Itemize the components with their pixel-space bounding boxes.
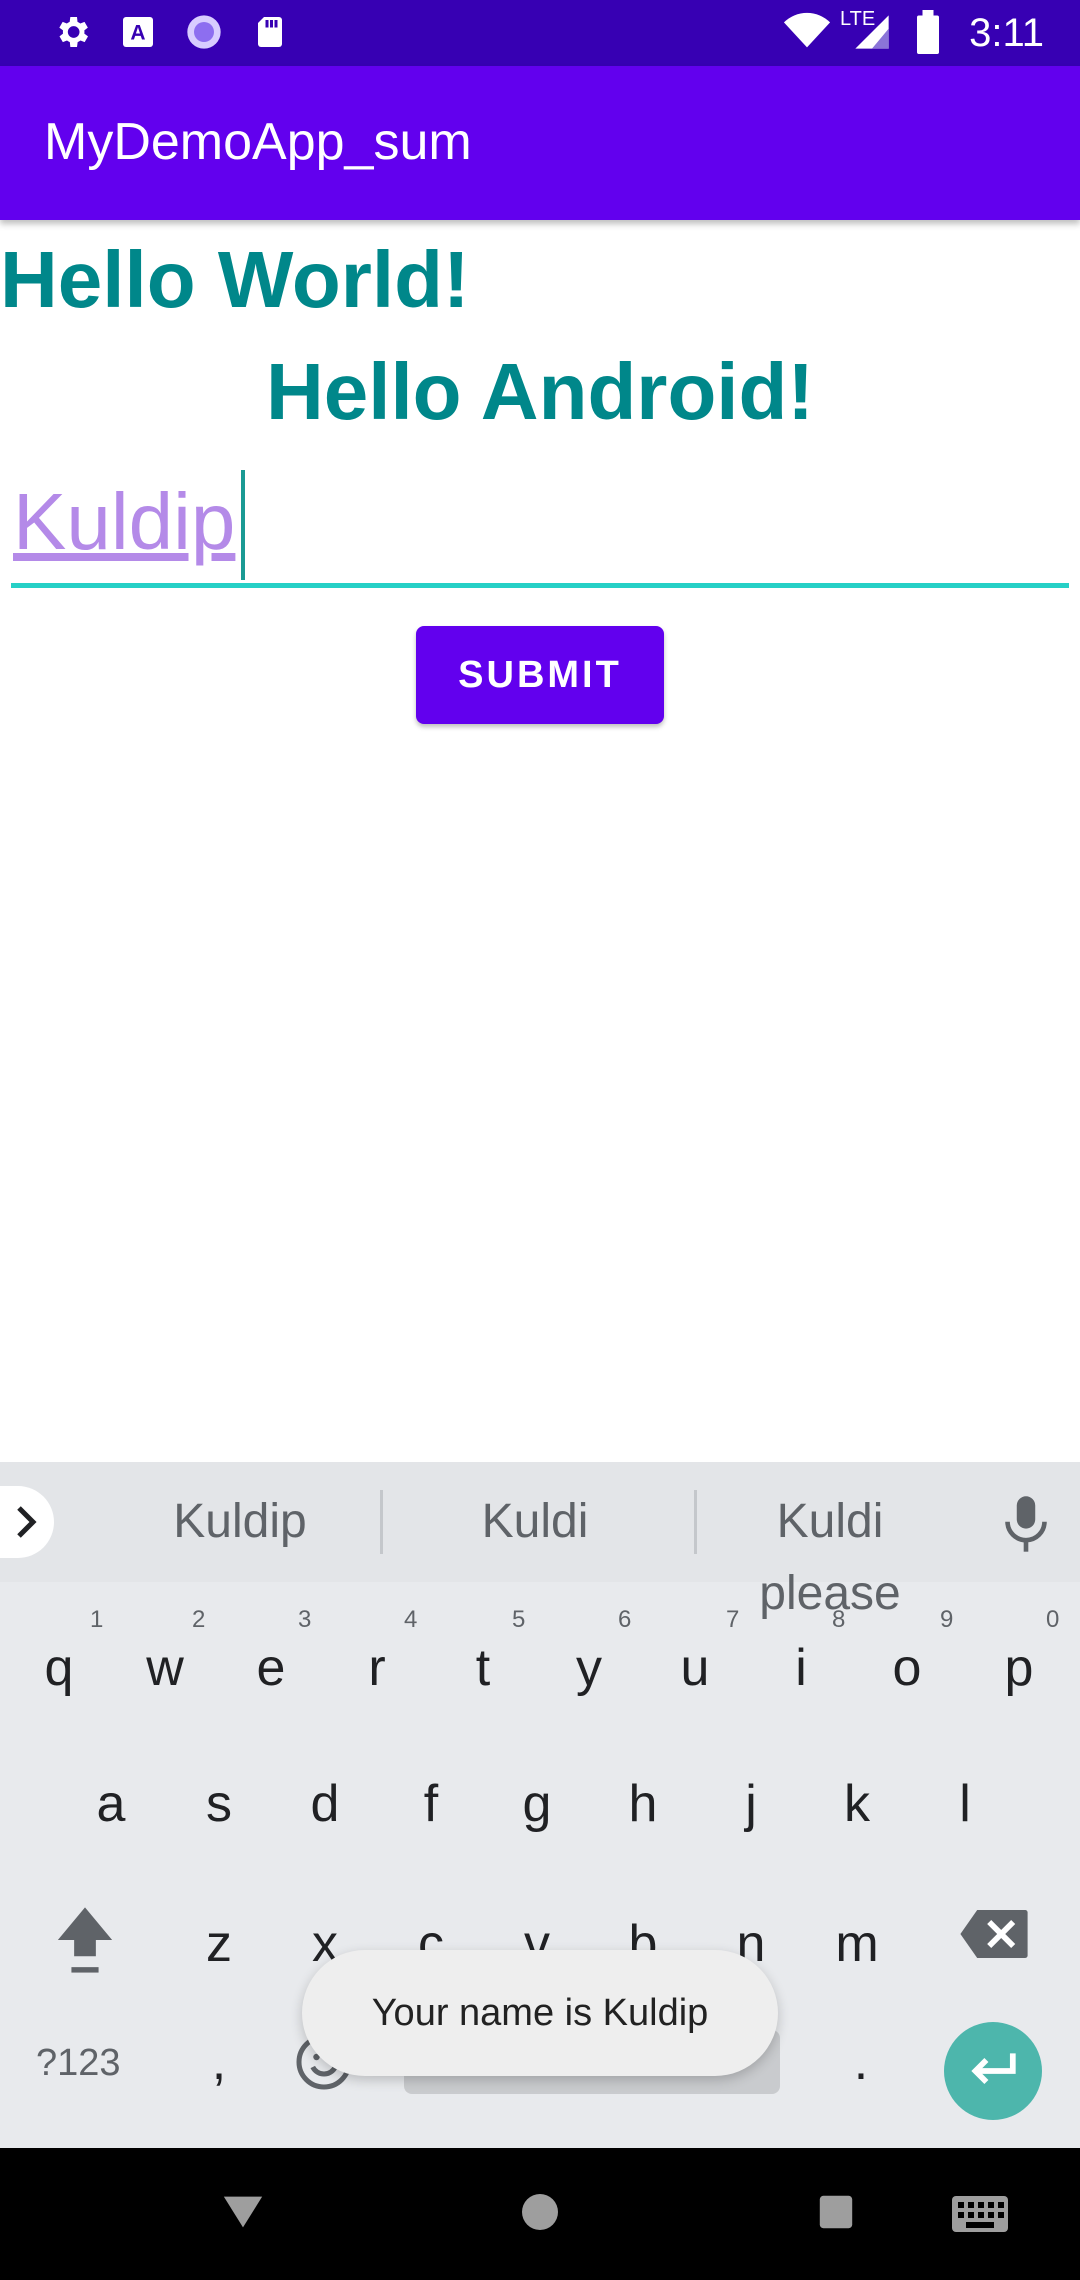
key-y[interactable]: y [544,1638,634,1698]
suggestion-bar: Kuldip Kuldi Kuldi please [0,1462,1080,1620]
key-i[interactable]: i [756,1638,846,1698]
key-m[interactable]: m [812,1914,902,1974]
key-d[interactable]: d [280,1774,370,1834]
key-a[interactable]: a [66,1774,156,1834]
key-hint-4: 4 [404,1606,418,1633]
key-g[interactable]: g [492,1774,582,1834]
settings-icon [50,10,94,54]
signal-icon [850,10,894,54]
mic-icon[interactable] [998,1494,1054,1554]
key-hint-9: 9 [940,1606,954,1633]
key-e[interactable]: e [226,1638,316,1698]
key-u[interactable]: u [650,1638,740,1698]
suggestion-divider [694,1490,697,1554]
enter-button[interactable] [944,2022,1042,2120]
key-hint-2: 2 [192,1606,206,1633]
key-p[interactable]: p [974,1638,1064,1698]
expand-toolbar-button[interactable] [0,1486,54,1558]
key-j[interactable]: j [706,1774,796,1834]
key-o[interactable]: o [862,1638,952,1698]
key-q[interactable]: q [14,1638,104,1698]
toast-message: Your name is Kuldip [302,1950,778,2076]
svg-text:A: A [130,22,145,45]
key-z[interactable]: z [174,1914,264,1974]
symbols-key[interactable]: ?123 [36,2042,121,2085]
key-r[interactable]: r [332,1638,422,1698]
home-icon[interactable] [520,2192,560,2237]
clock-time: 3:11 [969,11,1044,55]
key-comma[interactable]: , [174,2032,264,2092]
wifi-icon [780,10,834,54]
hello-android-text: Hello Android! [265,347,815,436]
key-k[interactable]: k [812,1774,902,1834]
key-period[interactable]: . [816,2032,906,2092]
keyboard-switch-icon[interactable] [950,2194,1010,2239]
key-hint-8: 8 [832,1606,846,1633]
status-bar: A LTE 3:11 [0,0,1080,66]
key-f[interactable]: f [386,1774,476,1834]
app-title: MyDemoApp_sum [44,113,472,171]
key-h[interactable]: h [598,1774,688,1834]
key-l[interactable]: l [920,1774,1010,1834]
navigation-bar [0,2148,1080,2280]
chevron-right-icon [17,1506,37,1538]
back-icon[interactable] [220,2192,266,2237]
battery-icon [906,10,950,54]
app-bar: MyDemoApp_sum [0,66,1080,220]
key-hint-1: 1 [90,1606,104,1633]
enter-arrow-icon [971,2053,1016,2085]
key-hint-7: 7 [726,1606,740,1633]
suggestion-1[interactable]: Kuldip [120,1486,360,1558]
text-cursor [241,470,245,580]
sd-card-icon [248,10,292,54]
key-s[interactable]: s [174,1774,264,1834]
key-hint-0: 0 [1046,1606,1060,1633]
name-input[interactable] [11,460,1069,588]
hello-world-text: Hello World! [0,235,470,324]
recents-icon[interactable] [818,2194,854,2235]
submit-button[interactable]: SUBMIT [416,626,664,724]
key-hint-3: 3 [298,1606,312,1633]
suggestion-2[interactable]: Kuldi [400,1486,670,1558]
key-t[interactable]: t [438,1638,528,1698]
key-hint-5: 5 [512,1606,526,1633]
key-hint-6: 6 [618,1606,632,1633]
key-w[interactable]: w [120,1638,210,1698]
accessibility-icon: A [116,10,160,54]
shift-icon[interactable] [52,1902,118,1982]
sync-icon [182,10,226,54]
suggestion-3[interactable]: Kuldi please [700,1486,960,1620]
suggestion-divider [380,1490,383,1554]
backspace-icon[interactable] [958,1906,1030,1966]
